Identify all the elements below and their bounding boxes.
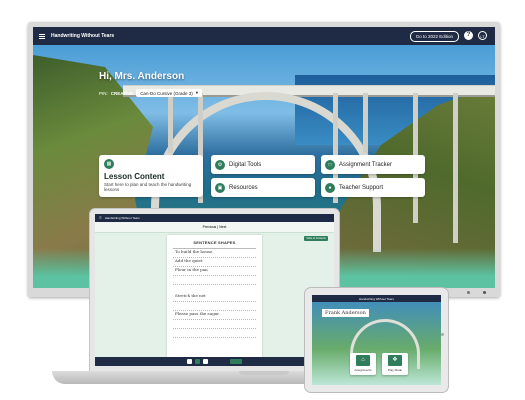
controller-icon: ❖ (388, 355, 402, 366)
folder-icon: ▣ (215, 182, 225, 193)
pin-row: PIN: CREATIVE Can-Do Cursive (Grade 3) ▾ (99, 89, 202, 97)
teacher-support-label: Teacher Support (339, 184, 384, 191)
tablet-screen: Handwriting Without Tears Frank Anderson… (312, 295, 441, 385)
laptop-footer-bar (95, 357, 334, 366)
handwriting-row: Stretch the net (173, 293, 256, 302)
handwriting-row (173, 320, 256, 329)
bridge-pillar (363, 93, 368, 153)
assignment-tracker-label: Assignment Tracker (339, 161, 393, 168)
assignment-tracker-card[interactable]: □ Assignment Tracker (321, 155, 425, 174)
digital-tools-card[interactable]: ⚙ Digital Tools (211, 155, 315, 174)
bridge-pillar (453, 93, 458, 243)
handwriting-line-5: Please pass the sugar (175, 311, 220, 316)
app-title: Handwriting Without Tears (51, 33, 115, 39)
class-select-value: Can-Do Cursive (Grade 3) (140, 90, 193, 96)
laptop-screen: ☰ Handwriting Without Tears Previous | N… (95, 214, 334, 366)
wrench-icon: ⚙ (215, 159, 225, 170)
user-avatar[interactable]: LT (478, 31, 487, 40)
handwriting-row: Please pass the sugar (173, 311, 256, 320)
resources-card[interactable]: ▣ Resources (211, 178, 315, 197)
laptop-notch (239, 371, 289, 375)
building-icon: ⌂ (356, 355, 370, 366)
chart-icon: □ (325, 159, 335, 170)
teacher-support-card[interactable]: ● Teacher Support (321, 178, 425, 197)
chevron-down-icon: ▾ (195, 90, 198, 95)
handwriting-line-3: Flour in the pan (175, 267, 208, 272)
handwriting-row: To build the house (173, 249, 256, 258)
submit-button[interactable] (230, 359, 242, 364)
laptop-top-bar: ☰ Handwriting Without Tears (95, 214, 334, 222)
page-button[interactable] (203, 359, 208, 364)
assignments-card[interactable]: ⌂ Assignments (350, 353, 376, 375)
handwriting-row (173, 276, 256, 285)
worksheet-page: SENTENCE SHAPES To build the house Add t… (167, 235, 262, 363)
laptop-sub-toolbar: Previous | Next (95, 222, 334, 233)
lesson-content-card[interactable]: ▦ Lesson Content Start here to plan and … (99, 155, 203, 197)
power-led (483, 291, 486, 294)
page-button[interactable] (187, 359, 192, 364)
play-mode-card[interactable]: ❖ Play Mode (382, 353, 408, 375)
class-select-dropdown[interactable]: Can-Do Cursive (Grade 3) ▾ (136, 89, 202, 97)
tablet-home-button[interactable] (441, 333, 444, 336)
worksheet-title: SENTENCE SHAPES (193, 240, 236, 245)
pin-label: PIN: (99, 90, 108, 96)
hamburger-menu-icon[interactable] (39, 33, 49, 39)
pin-value: CREATIVE (110, 90, 134, 96)
handwriting-line-4: Stretch the net (175, 293, 206, 298)
tablet-app-title: Handwriting Without Tears (359, 296, 394, 301)
bridge-pillar (168, 93, 173, 153)
handwriting-row (173, 329, 256, 338)
resources-label: Resources (229, 184, 258, 191)
go-to-2022-edition-button[interactable]: Go to 2022 Edition (409, 31, 459, 42)
handwriting-row: Flour in the pan (173, 267, 256, 276)
hamburger-menu-icon[interactable]: ☰ (99, 216, 102, 220)
student-name: Frank Anderson (322, 309, 369, 317)
page-button-active[interactable] (195, 359, 200, 364)
page-nav[interactable]: Previous | Next (203, 225, 227, 229)
top-navigation-bar: Handwriting Without Tears Go to 2022 Edi… (33, 27, 495, 45)
handwriting-row: Add the quiet (173, 258, 256, 267)
assignments-label: Assignments (354, 368, 372, 372)
table-of-contents-button[interactable]: Table of Contents (304, 236, 328, 241)
handwriting-line-1: To build the house (175, 249, 213, 254)
person-icon: ● (325, 182, 335, 193)
digital-tools-label: Digital Tools (229, 161, 262, 168)
tablet-top-bar: Handwriting Without Tears (312, 295, 441, 302)
lesson-content-description: Start here to plan and teach the handwri… (104, 182, 192, 192)
handwriting-line-2: Add the quiet (175, 258, 203, 263)
handwriting-row (173, 302, 256, 311)
laptop-app-title: Handwriting Without Tears (104, 216, 140, 220)
book-icon: ▦ (104, 159, 114, 169)
tablet: Handwriting Without Tears Frank Anderson… (304, 287, 449, 393)
lesson-content-title: Lesson Content (104, 172, 165, 181)
laptop: ☰ Handwriting Without Tears Previous | N… (89, 208, 340, 373)
bezel-button (467, 291, 470, 294)
help-icon[interactable]: ? (464, 31, 473, 40)
play-mode-label: Play Mode (387, 368, 403, 372)
greeting-heading: Hi, Mrs. Anderson (99, 71, 185, 82)
